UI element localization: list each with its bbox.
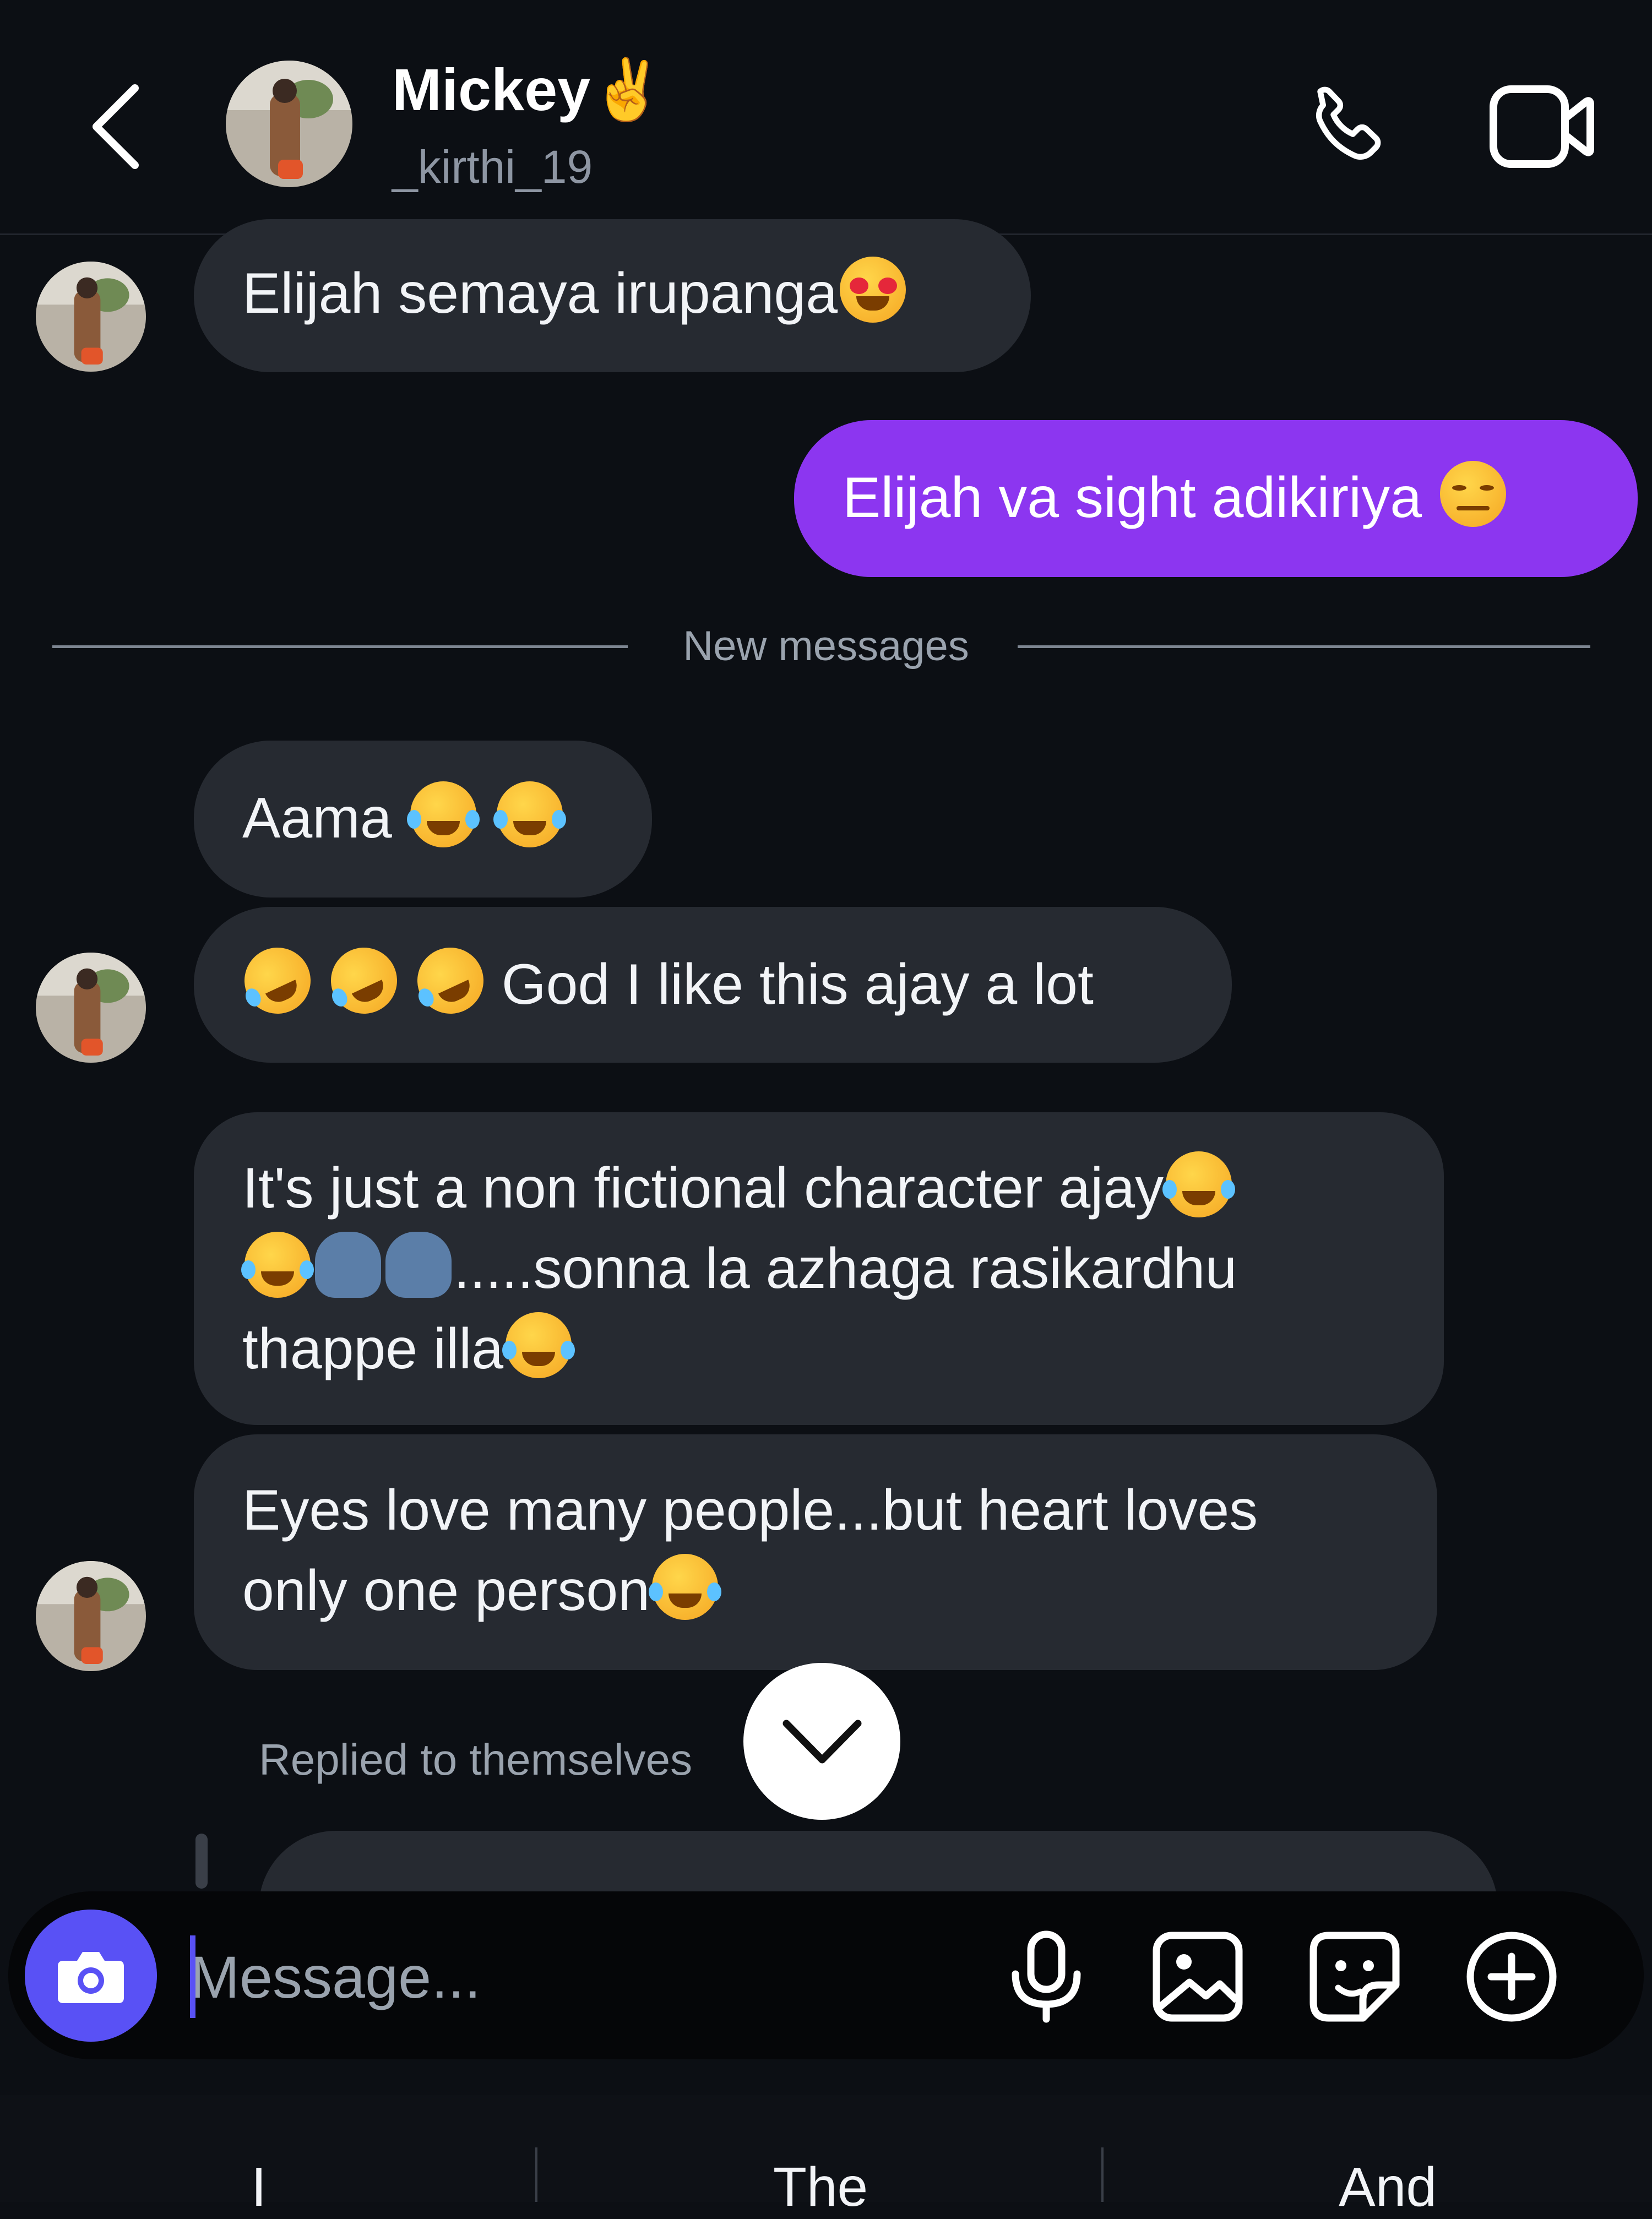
suggestion-separator bbox=[535, 2147, 537, 2202]
unamused-face-emoji bbox=[1439, 461, 1506, 527]
heart-eyes-emoji bbox=[840, 257, 906, 323]
scroll-to-bottom-button[interactable] bbox=[743, 1663, 900, 1820]
video-camera-icon bbox=[1490, 85, 1594, 168]
message-input[interactable] bbox=[190, 1935, 961, 2018]
phone-icon bbox=[1316, 86, 1381, 160]
message-text-line: thappe illa bbox=[242, 1309, 1444, 1389]
message-text: God I like this ajay a lot bbox=[233, 937, 1232, 1025]
avatar-photo bbox=[36, 262, 146, 372]
message-bubble-received[interactable]: God I like this ajay a lot bbox=[194, 907, 1232, 1063]
sticker-button[interactable] bbox=[1308, 1930, 1401, 2024]
more-options-button[interactable] bbox=[1465, 1930, 1558, 2024]
busts-in-silhouette-emoji bbox=[315, 1232, 381, 1298]
video-call-button[interactable] bbox=[1487, 83, 1597, 171]
face-with-tears-of-joy-emoji bbox=[1162, 1151, 1236, 1217]
contact-name[interactable]: Mickey✌️ bbox=[392, 55, 665, 125]
avatar-photo bbox=[226, 61, 352, 187]
reply-context-label: Replied to themselves bbox=[259, 1735, 693, 1784]
microphone-icon bbox=[1012, 1930, 1081, 2023]
gallery-button[interactable] bbox=[1151, 1930, 1245, 2024]
new-messages-divider-label: New messages bbox=[683, 623, 969, 670]
sender-avatar[interactable] bbox=[36, 953, 146, 1063]
audio-call-button[interactable] bbox=[1300, 77, 1399, 176]
suggestion-word[interactable]: I bbox=[0, 2156, 534, 2219]
sender-avatar[interactable] bbox=[36, 262, 146, 372]
face-with-tears-of-joy-emoji bbox=[502, 1312, 575, 1378]
message-text: Elijah semaya irupanga bbox=[242, 253, 1031, 334]
suggestion-word[interactable]: And bbox=[1112, 2156, 1652, 2219]
message-bubble-received[interactable]: Eyes love many people...but heart loves … bbox=[194, 1434, 1437, 1670]
message-text-line: It's just a non fictional character ajay bbox=[242, 1148, 1444, 1228]
rolling-on-floor-laughing-emoji bbox=[320, 937, 408, 1025]
message-text-line: .....sonna la azhaga rasikardhu bbox=[241, 1228, 1444, 1309]
message-bubble-received[interactable]: Elijah semaya irupanga bbox=[194, 219, 1031, 372]
camera-icon bbox=[58, 1952, 124, 2003]
chevron-left-icon bbox=[93, 84, 139, 169]
sticker-icon bbox=[1309, 1932, 1400, 2022]
back-button[interactable] bbox=[83, 83, 149, 171]
message-bubble-received[interactable]: It's just a non fictional character ajay… bbox=[194, 1112, 1444, 1425]
plus-circle-icon bbox=[1466, 1932, 1557, 2022]
face-with-tears-of-joy-emoji bbox=[241, 1232, 314, 1298]
message-text: Elijah va sight adikiriya bbox=[843, 458, 1638, 538]
camera-button[interactable] bbox=[25, 1910, 157, 2042]
face-with-tears-of-joy-emoji bbox=[493, 781, 566, 847]
message-text-line: only one person bbox=[242, 1551, 1437, 1631]
face-with-tears-of-joy-emoji bbox=[406, 781, 480, 847]
message-bubble-sent[interactable]: Elijah va sight adikiriya bbox=[794, 420, 1638, 577]
avatar-photo bbox=[36, 1561, 146, 1671]
avatar-photo bbox=[36, 953, 146, 1063]
rolling-on-floor-laughing-emoji bbox=[233, 937, 322, 1025]
image-icon bbox=[1153, 1932, 1243, 2022]
sender-avatar[interactable] bbox=[36, 1561, 146, 1671]
message-text-line: Eyes love many people...but heart loves bbox=[242, 1478, 1258, 1542]
message-bubble-received[interactable]: Aama bbox=[194, 741, 652, 898]
message-text: Aama bbox=[242, 778, 652, 858]
suggestion-word[interactable]: The bbox=[545, 2156, 1096, 2219]
chevron-down-icon bbox=[782, 1720, 861, 1763]
reply-indicator-bar bbox=[195, 1834, 208, 1889]
face-with-tears-of-joy-emoji bbox=[649, 1554, 722, 1620]
text-cursor bbox=[190, 1935, 195, 2018]
divider-line-right bbox=[1018, 645, 1590, 648]
divider-line-left bbox=[52, 645, 628, 648]
voice-message-button[interactable] bbox=[1008, 1930, 1085, 2024]
contact-avatar[interactable] bbox=[226, 61, 352, 187]
suggestion-separator bbox=[1101, 2147, 1104, 2202]
contact-username[interactable]: _kirthi_19 bbox=[392, 140, 593, 194]
busts-in-silhouette-emoji bbox=[385, 1232, 452, 1298]
rolling-on-floor-laughing-emoji bbox=[406, 937, 494, 1025]
